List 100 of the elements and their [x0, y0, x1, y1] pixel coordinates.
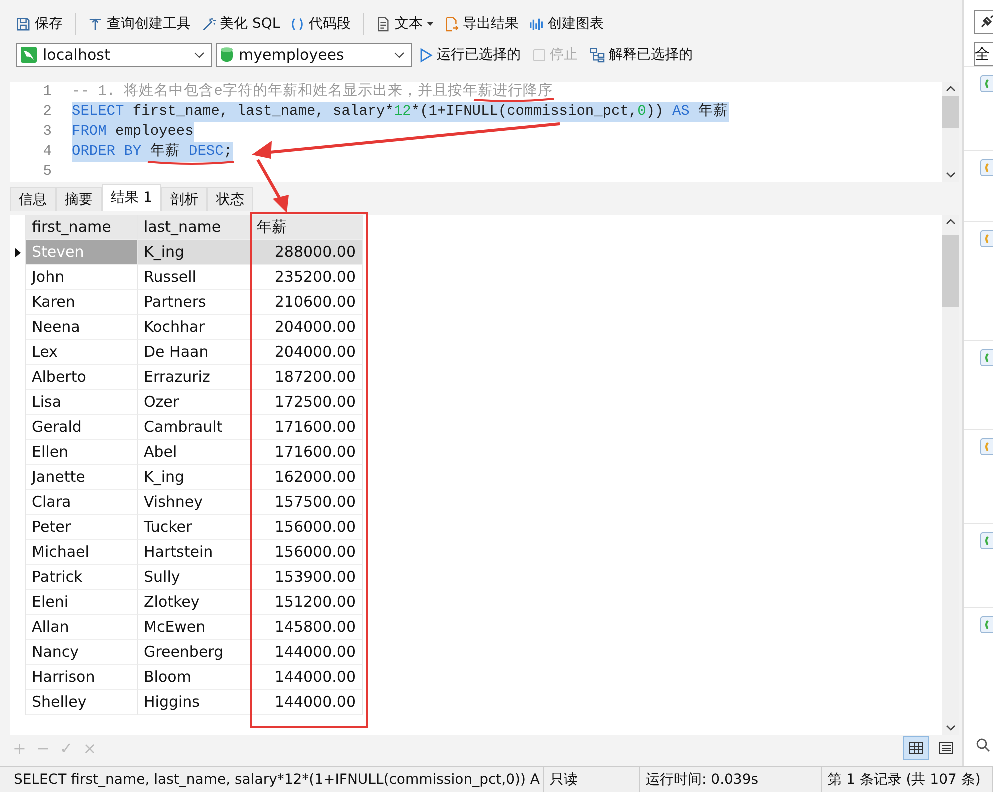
- tab[interactable]: 摘要: [56, 187, 102, 211]
- tab[interactable]: 状态: [207, 187, 254, 211]
- search-icon[interactable]: [976, 738, 990, 752]
- table-cell: Greenberg: [138, 640, 251, 665]
- database-select[interactable]: myemployees: [216, 43, 412, 67]
- snippet-icon[interactable]: [980, 616, 993, 634]
- table-cell: Cambrault: [138, 415, 251, 440]
- plug-icon: [979, 14, 993, 30]
- table-cell: Vishney: [138, 490, 251, 515]
- table-cell: 171600.00: [251, 415, 363, 440]
- table-cell: 204000.00: [251, 315, 363, 340]
- document-icon: [376, 16, 392, 32]
- database-icon: [220, 46, 234, 64]
- scroll-thumb[interactable]: [942, 96, 959, 128]
- caret-icon: [427, 22, 434, 26]
- table-cell: 172500.00: [251, 390, 363, 415]
- table-cell: De Haan: [138, 340, 251, 365]
- filter-field[interactable]: 全: [974, 42, 993, 66]
- view-mode-button[interactable]: [903, 736, 929, 760]
- column-header[interactable]: first_name: [26, 215, 138, 240]
- tab[interactable]: 信息: [10, 187, 56, 211]
- status-record: 第 1 条记录 (共 107 条): [822, 767, 993, 792]
- status-time: 运行时间: 0.039s: [640, 767, 822, 792]
- chevron-icon: [194, 52, 205, 58]
- table-cell: Ozer: [138, 390, 251, 415]
- table-cell: 144000.00: [251, 640, 363, 665]
- toolbar-button[interactable]: 运行已选择的: [416, 44, 525, 66]
- toolbar-button[interactable]: 美化 SQL: [197, 13, 284, 35]
- table-cell: Lex: [26, 340, 138, 365]
- toolbar-button[interactable]: 代码段: [286, 13, 356, 35]
- table-cell: 157500.00: [251, 490, 363, 515]
- toolbar-button[interactable]: 解释已选择的: [586, 44, 697, 66]
- export-icon: [444, 16, 460, 32]
- chevron-icon: [394, 52, 405, 58]
- diagram-icon: [590, 48, 605, 62]
- bar-chart-icon: [529, 16, 544, 32]
- column-header[interactable]: last_name: [138, 215, 251, 240]
- toolbar-button[interactable]: 创建图表: [525, 13, 608, 35]
- table-cell: 153900.00: [251, 565, 363, 590]
- table-cell: Kochhar: [138, 315, 251, 340]
- snippet-icon[interactable]: [980, 230, 993, 248]
- line-number: 4: [42, 144, 53, 160]
- tab[interactable]: 结果 1: [102, 184, 162, 211]
- table-cell: Eleni: [26, 590, 138, 615]
- table-cell: Allan: [26, 615, 138, 640]
- table-cell: Michael: [26, 540, 138, 565]
- line-number: 1: [42, 84, 53, 100]
- parentheses-icon: [290, 16, 306, 32]
- table-cell: Harrison: [26, 665, 138, 690]
- table-cell: 204000.00: [251, 340, 363, 365]
- table-cell: Hartstein: [138, 540, 251, 565]
- table-cell: 144000.00: [251, 690, 363, 715]
- plug-button[interactable]: [974, 10, 993, 34]
- table-cell: Higgins: [138, 690, 251, 715]
- row-pointer-icon: [14, 248, 20, 258]
- table-cell: Patrick: [26, 565, 138, 590]
- table-cell: 145800.00: [251, 615, 363, 640]
- snippet-icon[interactable]: [980, 438, 993, 456]
- sparkle-icon: [201, 16, 216, 32]
- table-cell: Tucker: [138, 515, 251, 540]
- line-number: 3: [42, 124, 53, 140]
- table-cell: McEwen: [138, 615, 251, 640]
- toolbar-button[interactable]: 文本: [372, 13, 438, 35]
- column-header[interactable]: 年薪: [251, 215, 363, 240]
- table-cell: Zlotkey: [138, 590, 251, 615]
- connection-select[interactable]: localhost: [16, 43, 212, 67]
- snippet-icon[interactable]: [980, 349, 993, 367]
- table-cell: Partners: [138, 290, 251, 315]
- table-cell: Janette: [26, 465, 138, 490]
- table-cell: Peter: [26, 515, 138, 540]
- table-cell: 187200.00: [251, 365, 363, 390]
- play-icon: [420, 48, 433, 62]
- table-cell: Steven: [26, 240, 138, 265]
- form-icon: [938, 742, 954, 754]
- table-cell: John: [26, 265, 138, 290]
- table-cell: Nancy: [26, 640, 138, 665]
- grid-icon: [908, 742, 924, 754]
- save-icon: [16, 16, 31, 32]
- status-query: SELECT first_name, last_name, salary*12*(1+IFNULL(commission_pct,0)) A: [0, 767, 544, 792]
- table-cell: 162000.00: [251, 465, 363, 490]
- table-cell: Errazuriz: [138, 365, 251, 390]
- snippet-icon[interactable]: [980, 75, 993, 93]
- toolbar-button[interactable]: 导出结果: [440, 13, 524, 35]
- table-cell: Karen: [26, 290, 138, 315]
- table-cell: 156000.00: [251, 515, 363, 540]
- table-cell: Ellen: [26, 440, 138, 465]
- snippet-icon[interactable]: [980, 159, 993, 177]
- toolbar-button[interactable]: 保存: [12, 13, 67, 35]
- tab[interactable]: 剖析: [161, 187, 208, 211]
- table-cell: 235200.00: [251, 265, 363, 290]
- table-cell: 156000.00: [251, 540, 363, 565]
- table-cell: 171600.00: [251, 440, 363, 465]
- scroll-thumb[interactable]: [942, 235, 959, 307]
- table-cell: 151200.00: [251, 590, 363, 615]
- table-cell: Bloom: [138, 665, 251, 690]
- table-cell: Sully: [138, 565, 251, 590]
- toolbar-button[interactable]: 查询创建工具: [84, 13, 195, 35]
- status-mode: 只读: [544, 767, 640, 792]
- snippet-icon[interactable]: [980, 532, 993, 550]
- table-cell: Gerald: [26, 415, 138, 440]
